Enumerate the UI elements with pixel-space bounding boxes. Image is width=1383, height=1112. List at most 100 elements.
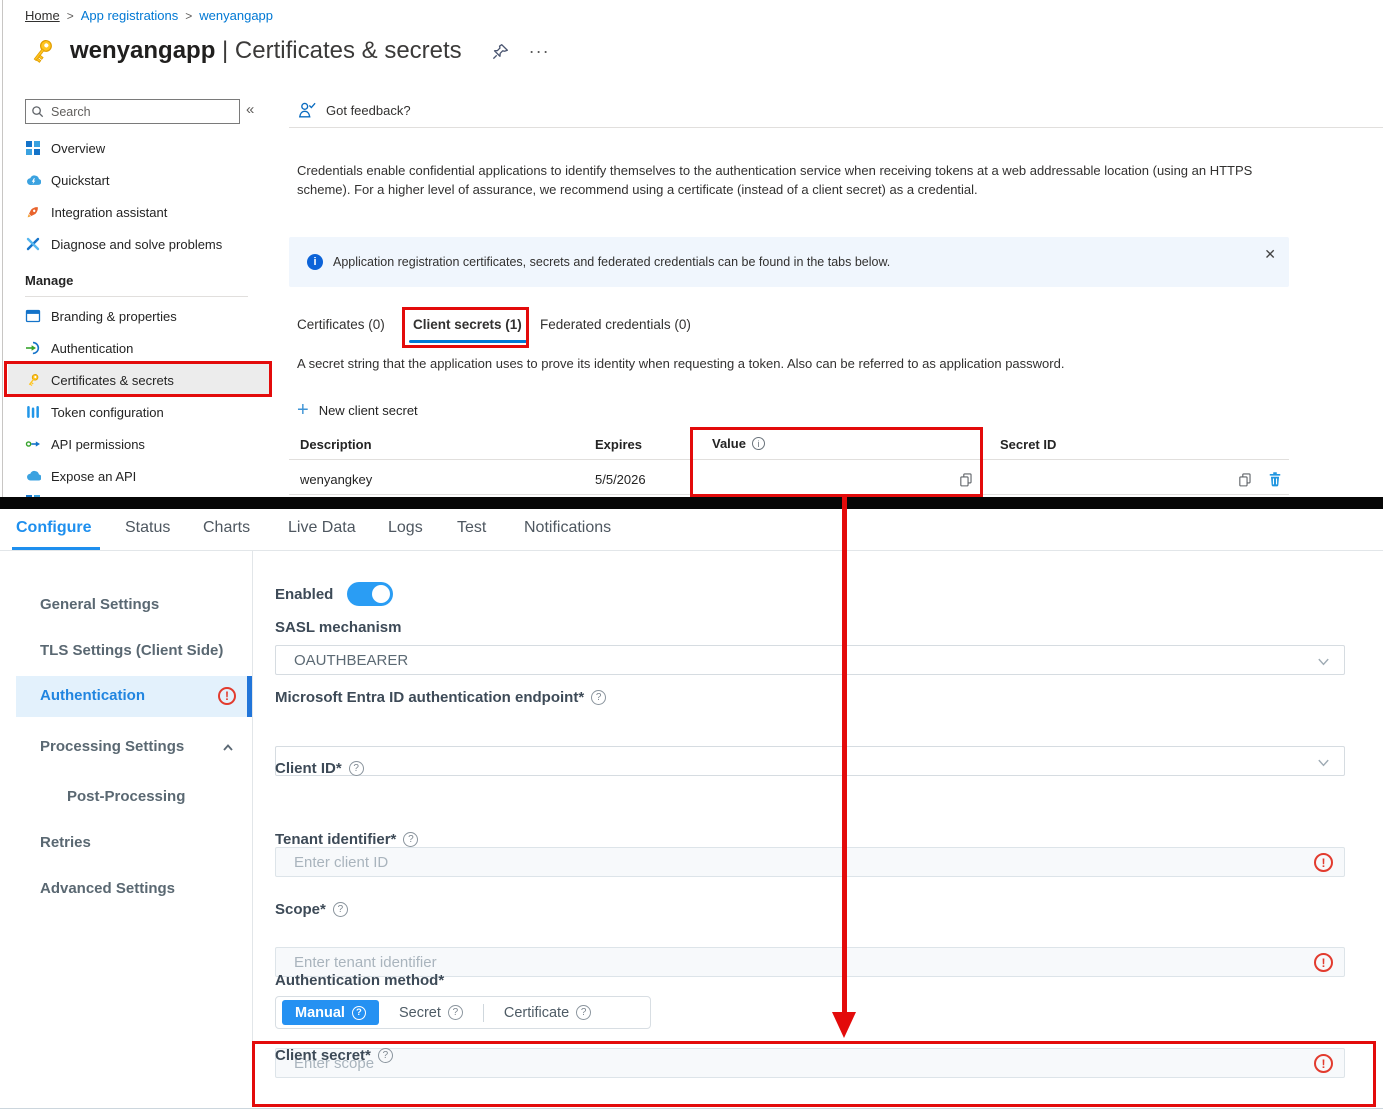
endpoint-select[interactable] <box>275 746 1345 776</box>
tab-notifications[interactable]: Notifications <box>524 519 611 537</box>
scope-input[interactable] <box>276 1054 1254 1072</box>
sidebar-item-diagnose[interactable]: Diagnose and solve problems <box>8 228 270 260</box>
got-feedback-button[interactable]: Got feedback? <box>297 100 411 120</box>
sidebar-search <box>25 99 240 124</box>
sidebar-item-branding[interactable]: Branding & properties <box>8 300 270 332</box>
breadcrumb: Home > App registrations > wenyangapp <box>25 8 273 23</box>
new-client-secret-label: New client secret <box>318 402 418 418</box>
sidebar-divider <box>252 551 253 1041</box>
tenant-identifier-label: Tenant identifier* <box>275 831 397 848</box>
sasl-mechanism-value: OAUTHBEARER <box>294 651 409 669</box>
copy-value-icon[interactable] <box>957 471 974 488</box>
endpoint-label: Microsoft Entra ID authentication endpoi… <box>275 689 585 706</box>
sidebar-item-integration-assistant[interactable]: Integration assistant <box>8 196 270 228</box>
method-certificate-button[interactable]: Certificate ? <box>484 1005 611 1021</box>
col-header-value-label: Value <box>712 436 746 451</box>
sidebar-item-api-permissions[interactable]: API permissions <box>8 428 270 460</box>
breadcrumb-wenyangapp-link[interactable]: wenyangapp <box>199 8 273 23</box>
browser-icon <box>25 308 41 324</box>
scope-help-icon[interactable]: ? <box>332 902 348 917</box>
sidebar-item-authentication[interactable]: Authentication ! <box>16 676 252 717</box>
sidebar-item-general-settings[interactable]: General Settings <box>40 596 159 613</box>
sidebar-item-label: Quickstart <box>51 172 110 188</box>
scope-field: ! <box>275 1048 1345 1078</box>
client-id-input[interactable] <box>276 853 1254 871</box>
sidebar-item-token-configuration[interactable]: Token configuration <box>8 396 270 428</box>
secret-help-icon[interactable]: ? <box>447 1005 463 1020</box>
tab-charts[interactable]: Charts <box>203 519 250 537</box>
auth-method-label: Authentication method* <box>275 972 445 989</box>
azure-sidebar-manage: Branding & properties Authentication Cer… <box>8 300 270 498</box>
sidebar-item-certificates-secrets[interactable]: Certificates & secrets <box>8 364 270 396</box>
sidebar-item-retries[interactable]: Retries <box>40 834 91 851</box>
endpoint-label-row: Microsoft Entra ID authentication endpoi… <box>275 689 607 706</box>
feedback-person-icon <box>297 100 317 120</box>
sidebar-item-label: Authentication <box>40 687 145 704</box>
plus-icon: + <box>297 399 309 421</box>
sidebar-item-label: API permissions <box>51 436 145 452</box>
tools-icon <box>25 236 41 252</box>
pin-icon[interactable] <box>491 42 510 61</box>
client-secret-note: A secret string that the application use… <box>297 356 1065 371</box>
sidebar-item-processing-settings[interactable]: Processing Settings <box>40 738 184 755</box>
sidebar-item-post-processing[interactable]: Post-Processing <box>67 788 185 805</box>
tab-certificates[interactable]: Certificates (0) <box>297 317 385 332</box>
sidebar-divider <box>25 296 248 297</box>
search-input[interactable] <box>49 103 213 120</box>
breadcrumb-app-registrations-link[interactable]: App registrations <box>81 8 179 23</box>
sidebar-item-advanced-settings[interactable]: Advanced Settings <box>40 880 175 897</box>
sidebar-item-overview[interactable]: Overview <box>8 132 270 164</box>
rocket-icon <box>25 204 41 220</box>
certificate-help-icon[interactable]: ? <box>576 1005 592 1020</box>
sidebar-item-quickstart[interactable]: Quickstart <box>8 164 270 196</box>
method-secret-button[interactable]: Secret ? <box>379 1005 483 1021</box>
enabled-toggle[interactable] <box>347 582 394 606</box>
sidebar-item-expose-api[interactable]: Expose an API <box>8 460 270 492</box>
key-icon <box>27 36 57 66</box>
sidebar-item-authentication[interactable]: Authentication <box>8 332 270 364</box>
breadcrumb-home-link[interactable]: Home <box>25 8 60 23</box>
more-options-icon[interactable]: ··· <box>529 41 550 62</box>
enabled-row: Enabled <box>275 582 394 606</box>
collapse-sidebar-chevron[interactable]: « <box>246 101 254 118</box>
chevron-up-icon[interactable] <box>221 741 235 755</box>
copy-secret-id-icon[interactable] <box>1236 471 1253 488</box>
sasl-mechanism-select[interactable]: OAUTHBEARER <box>275 645 1345 675</box>
cell-expires: 5/5/2026 <box>595 472 646 487</box>
sidebar-item-tls-settings[interactable]: TLS Settings (Client Side) <box>40 642 223 659</box>
client-id-help-icon[interactable]: ? <box>348 761 364 776</box>
tenant-identifier-input[interactable] <box>276 953 1254 971</box>
tab-client-secrets[interactable]: Client secrets (1) <box>413 317 522 332</box>
tab-status[interactable]: Status <box>125 519 170 537</box>
login-arrow-icon <box>25 340 41 356</box>
cloud-icon <box>25 468 41 484</box>
auth-error-icon: ! <box>218 687 236 705</box>
table-row-divider <box>289 494 1289 495</box>
method-manual-label: Manual <box>295 1004 345 1021</box>
screenshot-divider <box>0 497 1383 509</box>
tab-federated-credentials[interactable]: Federated credentials (0) <box>540 317 691 332</box>
tenant-label-row: Tenant identifier* ? <box>275 831 419 848</box>
scope-error-icon: ! <box>1314 1054 1333 1073</box>
new-client-secret-button[interactable]: + New client secret <box>297 399 418 421</box>
tab-logs[interactable]: Logs <box>388 519 423 537</box>
tab-live-data[interactable]: Live Data <box>288 519 356 537</box>
delete-secret-icon[interactable] <box>1266 470 1284 488</box>
tab-test[interactable]: Test <box>457 519 486 537</box>
manual-help-icon[interactable]: ? <box>351 1005 366 1020</box>
got-feedback-label: Got feedback? <box>326 102 411 118</box>
method-manual-button[interactable]: Manual ? <box>282 1000 379 1025</box>
endpoint-help-icon[interactable]: ? <box>591 690 607 705</box>
sidebar-item-label: Authentication <box>51 340 134 356</box>
tab-configure[interactable]: Configure <box>16 519 92 537</box>
tenant-help-icon[interactable]: ? <box>403 832 419 847</box>
toggle-knob <box>372 585 391 603</box>
banner-close-icon[interactable]: ✕ <box>1264 246 1276 263</box>
credentials-intro-text: Credentials enable confidential applicat… <box>297 163 1253 197</box>
client-secret-help-icon[interactable]: ? <box>377 1048 393 1063</box>
breadcrumb-separator: > <box>185 8 193 23</box>
info-icon: i <box>307 254 323 270</box>
grid-icon <box>25 140 41 156</box>
table-header-divider <box>289 459 1289 460</box>
value-info-icon[interactable]: i <box>751 437 765 450</box>
